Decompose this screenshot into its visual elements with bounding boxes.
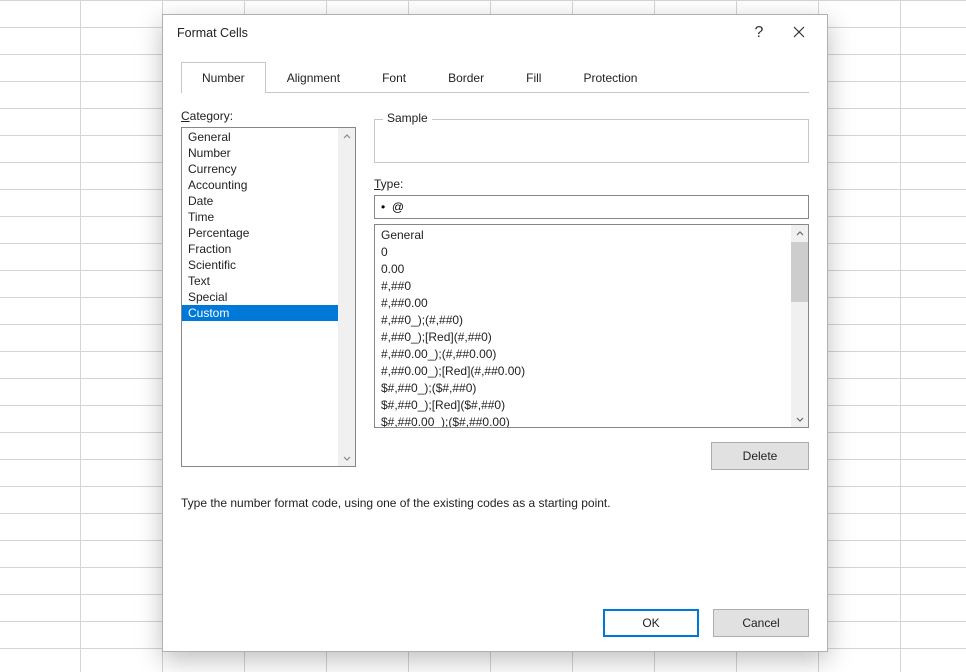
category-listbox[interactable]: General Number Currency Accounting Date … xyxy=(181,127,356,467)
dialog-button-row: OK Cancel xyxy=(181,589,809,637)
ok-button[interactable]: OK xyxy=(603,609,699,637)
tab-protection[interactable]: Protection xyxy=(562,62,658,93)
category-item-special[interactable]: Special xyxy=(182,289,339,305)
category-item-fraction[interactable]: Fraction xyxy=(182,241,339,257)
category-item-accounting[interactable]: Accounting xyxy=(182,177,339,193)
scroll-thumb[interactable] xyxy=(791,242,808,302)
category-label: Category: xyxy=(181,109,356,123)
tab-fill[interactable]: Fill xyxy=(505,62,562,93)
tab-label: Border xyxy=(448,71,484,85)
type-listbox[interactable]: General 0 0.00 #,##0 #,##0.00 #,##0_);(#… xyxy=(374,224,809,428)
category-item-currency[interactable]: Currency xyxy=(182,161,339,177)
dialog-titlebar: Format Cells ? xyxy=(163,15,827,51)
type-item[interactable]: $#,##0_);[Red]($#,##0) xyxy=(375,397,791,414)
scroll-down-icon[interactable] xyxy=(338,449,355,466)
category-item-percentage[interactable]: Percentage xyxy=(182,225,339,241)
category-item-date[interactable]: Date xyxy=(182,193,339,209)
tab-number[interactable]: Number xyxy=(181,62,266,93)
sample-box: Sample xyxy=(374,119,809,163)
tab-alignment[interactable]: Alignment xyxy=(266,62,361,93)
scroll-up-icon[interactable] xyxy=(338,128,355,145)
type-item[interactable]: General xyxy=(375,227,791,244)
number-panel: Category: General Number Currency Accoun… xyxy=(181,93,809,637)
tab-border[interactable]: Border xyxy=(427,62,505,93)
category-item-general[interactable]: General xyxy=(182,129,339,145)
close-icon xyxy=(793,25,805,41)
tab-label: Alignment xyxy=(287,71,340,85)
category-item-custom[interactable]: Custom xyxy=(182,305,339,321)
help-button[interactable]: ? xyxy=(739,18,779,48)
type-item[interactable]: #,##0.00_);(#,##0.00) xyxy=(375,346,791,363)
type-item[interactable]: $#,##0_);($#,##0) xyxy=(375,380,791,397)
type-item[interactable]: 0 xyxy=(375,244,791,261)
close-button[interactable] xyxy=(779,18,819,48)
format-column: Sample Type: General 0 0.00 #,##0 #,##0.… xyxy=(374,109,809,470)
scroll-down-icon[interactable] xyxy=(791,410,808,427)
tab-label: Protection xyxy=(583,71,637,85)
tab-label: Font xyxy=(382,71,406,85)
format-cells-dialog: Format Cells ? Number Alignment Font Bor… xyxy=(162,14,828,652)
type-scrollbar[interactable] xyxy=(791,225,808,427)
type-item[interactable]: #,##0.00_);[Red](#,##0.00) xyxy=(375,363,791,380)
type-items: General 0 0.00 #,##0 #,##0.00 #,##0_);(#… xyxy=(375,225,791,428)
category-scrollbar[interactable] xyxy=(338,128,355,466)
tab-label: Fill xyxy=(526,71,541,85)
category-item-scientific[interactable]: Scientific xyxy=(182,257,339,273)
delete-button[interactable]: Delete xyxy=(711,442,809,470)
sample-label: Sample xyxy=(383,111,432,125)
cancel-button[interactable]: Cancel xyxy=(713,609,809,637)
type-item[interactable]: 0.00 xyxy=(375,261,791,278)
instruction-text: Type the number format code, using one o… xyxy=(181,496,809,510)
type-item[interactable]: #,##0 xyxy=(375,278,791,295)
delete-row: Delete xyxy=(374,442,809,470)
help-icon: ? xyxy=(755,24,764,42)
type-label: Type: xyxy=(374,177,809,191)
category-item-number[interactable]: Number xyxy=(182,145,339,161)
tab-font[interactable]: Font xyxy=(361,62,427,93)
type-item[interactable]: #,##0_);(#,##0) xyxy=(375,312,791,329)
panel-columns: Category: General Number Currency Accoun… xyxy=(181,109,809,470)
category-column: Category: General Number Currency Accoun… xyxy=(181,109,356,470)
scroll-up-icon[interactable] xyxy=(791,225,808,242)
category-item-text[interactable]: Text xyxy=(182,273,339,289)
type-input[interactable] xyxy=(374,195,809,219)
dialog-title: Format Cells xyxy=(177,26,739,40)
type-item[interactable]: #,##0_);[Red](#,##0) xyxy=(375,329,791,346)
type-item[interactable]: $#,##0.00_);($#,##0.00) xyxy=(375,414,791,428)
type-item[interactable]: #,##0.00 xyxy=(375,295,791,312)
tabs-row: Number Alignment Font Border Fill Protec… xyxy=(181,57,809,93)
dialog-content: Number Alignment Font Border Fill Protec… xyxy=(163,51,827,651)
tab-label: Number xyxy=(202,71,245,85)
category-items: General Number Currency Accounting Date … xyxy=(182,128,339,322)
category-item-time[interactable]: Time xyxy=(182,209,339,225)
